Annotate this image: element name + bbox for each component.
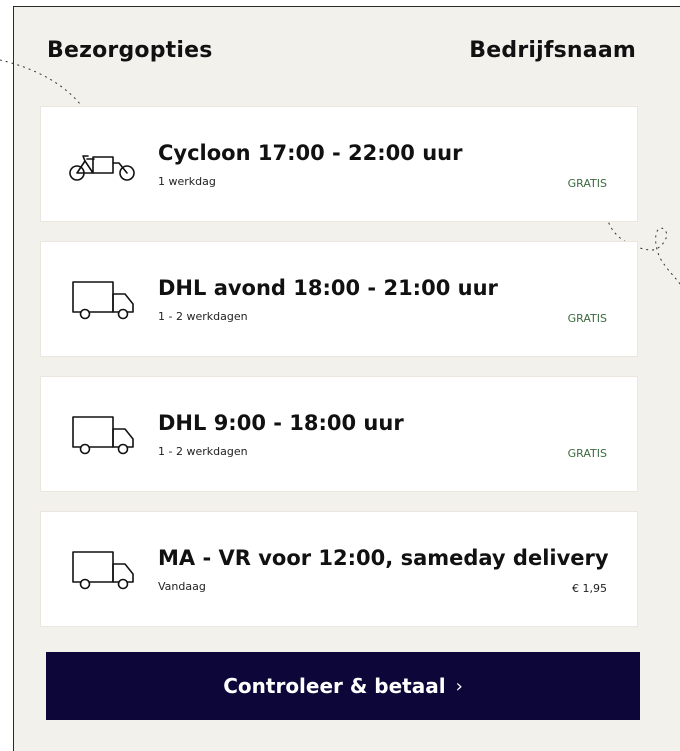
option-price: GRATIS (567, 177, 607, 190)
checkout-button[interactable]: Controleer & betaal › (46, 652, 640, 720)
chevron-right-icon: › (455, 675, 463, 697)
option-name: DHL avond 18:00 - 21:00 uur (158, 276, 498, 300)
page-title: Bezorgopties (47, 38, 213, 63)
option-delivery-time: 1 - 2 werkdagen (158, 445, 248, 458)
delivery-option-dhl-avond[interactable]: DHL avond 18:00 - 21:00 uur 1 - 2 werkda… (40, 241, 638, 357)
truck-icon (72, 281, 134, 320)
bicycle-icon (69, 155, 135, 181)
option-price: GRATIS (567, 447, 607, 460)
option-delivery-time: 1 - 2 werkdagen (158, 310, 248, 323)
checkout-button-label: Controleer & betaal (223, 674, 446, 698)
truck-icon (72, 416, 134, 455)
option-price: € 1,95 (572, 582, 607, 595)
truck-icon (72, 551, 134, 590)
delivery-option-dhl-dag[interactable]: DHL 9:00 - 18:00 uur 1 - 2 werkdagen GRA… (40, 376, 638, 492)
option-name: MA - VR voor 12:00, sameday delivery (158, 546, 609, 570)
option-delivery-time: 1 werkdag (158, 175, 216, 188)
delivery-option-sameday[interactable]: MA - VR voor 12:00, sameday delivery Van… (40, 511, 638, 627)
option-delivery-time: Vandaag (158, 580, 206, 593)
option-name: Cycloon 17:00 - 22:00 uur (158, 141, 463, 165)
delivery-option-cycloon[interactable]: Cycloon 17:00 - 22:00 uur 1 werkdag GRAT… (40, 106, 638, 222)
option-name: DHL 9:00 - 18:00 uur (158, 411, 404, 435)
company-name: Bedrijfsnaam (469, 38, 636, 63)
option-price: GRATIS (567, 312, 607, 325)
